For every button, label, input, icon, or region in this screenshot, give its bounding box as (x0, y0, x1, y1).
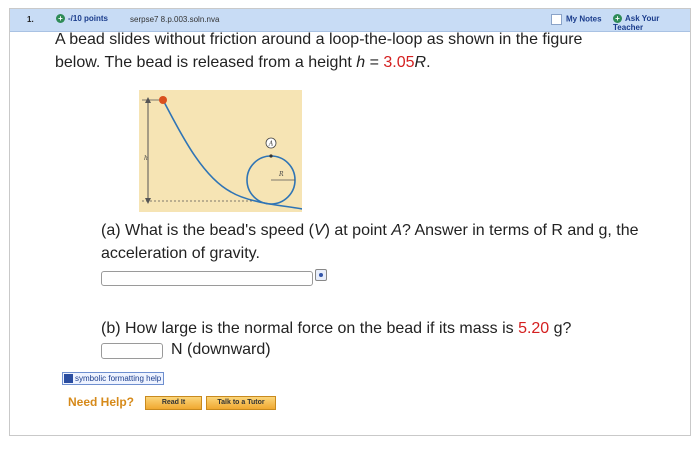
help-icon (64, 374, 73, 383)
expand-plus-icon[interactable]: + (56, 14, 65, 24)
part-b-unit: N (downward) (171, 341, 271, 358)
a-label: A (268, 141, 274, 148)
symbolic-help-label: symbolic formatting help (75, 374, 162, 383)
bead (159, 96, 167, 104)
part-b-text-pre: (b) How large is the normal force on the… (101, 320, 519, 337)
v-symbol: V (313, 222, 325, 239)
mass-value: 5.20 (518, 320, 550, 337)
loop-figure: h R A (139, 90, 303, 212)
part-b-question: (b) How large is the normal force on the… (101, 317, 671, 340)
equals: = (365, 54, 384, 71)
need-help-label: Need Help? (68, 395, 135, 409)
point-a-marker (269, 154, 273, 158)
track-path (162, 99, 303, 210)
symbolic-formatting-help-link[interactable]: symbolic formatting help (62, 372, 165, 385)
part-a-answer-input[interactable] (101, 271, 313, 286)
problem-source: serpse7 8.p.003.soln.nva (130, 15, 220, 24)
my-notes-button[interactable]: My Notes (551, 14, 602, 25)
r-symbol: R (414, 54, 427, 71)
my-notes-label: My Notes (566, 14, 602, 24)
part-a-question: (a) What is the bead's speed (V) at poin… (101, 219, 671, 265)
h-label: h (144, 155, 148, 162)
points-expander[interactable]: + -/10 points (56, 14, 109, 24)
question-number: 1. (27, 15, 34, 24)
part-b-text-post: g? (549, 320, 572, 337)
part-a-text-mid: ) at point (324, 222, 392, 239)
ask-plus-icon[interactable]: + (613, 14, 622, 24)
height-value: 3.05 (383, 54, 415, 71)
part-a-text-pre: (a) What is the bead's speed ( (101, 222, 314, 239)
notes-checkbox-icon[interactable] (551, 14, 562, 25)
question-line1: A bead slides without friction around a … (55, 31, 583, 48)
loop-diagram: h R A (142, 96, 303, 210)
math-palette-icon[interactable] (315, 269, 327, 281)
h-symbol: h (356, 54, 366, 71)
r-label: R (278, 171, 284, 178)
talk-to-tutor-button[interactable]: Talk to a Tutor (206, 396, 276, 410)
part-b-answer-input[interactable] (101, 343, 163, 359)
points-label: -/10 points (68, 14, 109, 23)
question-text: A bead slides without friction around a … (55, 28, 675, 74)
read-it-button[interactable]: Read It (145, 396, 202, 410)
a-symbol: A (391, 222, 402, 239)
question-line2: below. The bead is released from a heigh… (55, 54, 357, 71)
question-period: . (426, 54, 431, 71)
